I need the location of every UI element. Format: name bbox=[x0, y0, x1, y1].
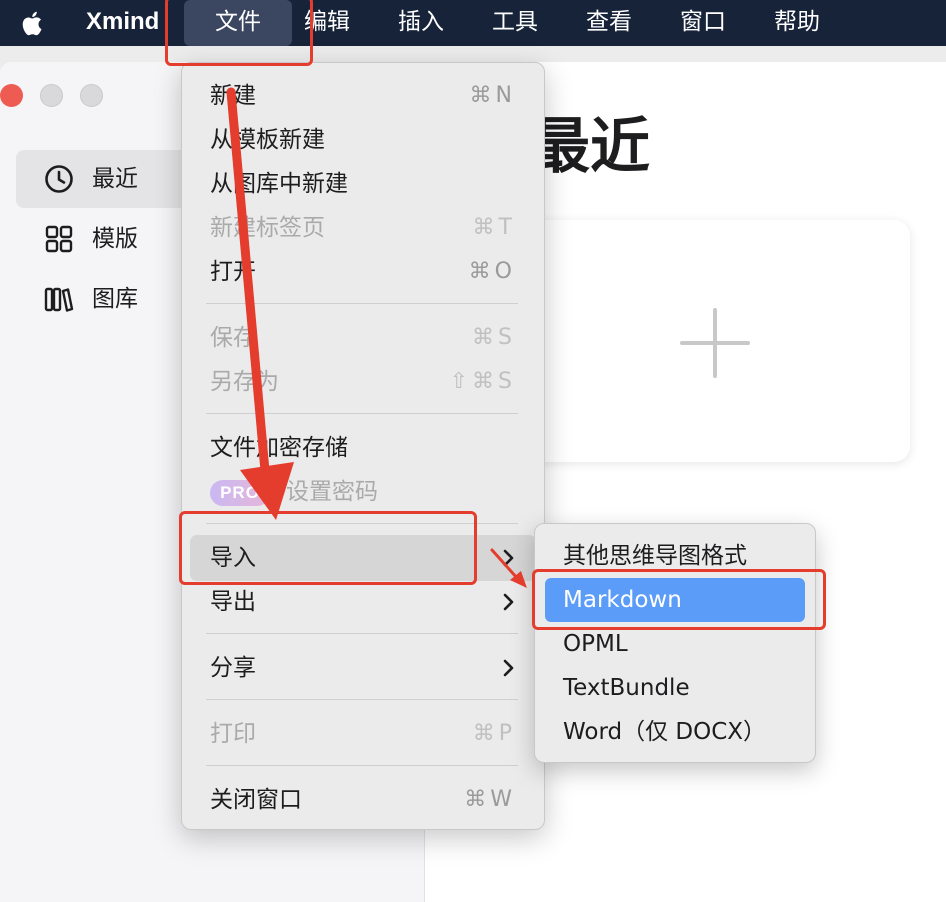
import-submenu: 其他思维导图格式 Markdown OPML TextBundle Word（仅… bbox=[534, 523, 816, 763]
menu-item-label: 另存为 bbox=[210, 369, 279, 395]
menu-item-new-tab: 新建标签页 ⌘T bbox=[182, 208, 544, 248]
menu-item-save-as: 另存为 ⇧⌘S bbox=[182, 362, 544, 402]
menu-view[interactable]: 查看 bbox=[586, 0, 632, 46]
books-icon bbox=[44, 284, 74, 314]
menu-item-label: OPML bbox=[563, 631, 628, 657]
menu-item-new-from-template[interactable]: 从模板新建 bbox=[182, 120, 544, 160]
window-minimize-button[interactable] bbox=[40, 84, 63, 107]
menu-item-label: 设置密码 bbox=[286, 479, 378, 505]
menu-item-shortcut: ⌘O bbox=[468, 259, 516, 284]
annotation-box-file-menu bbox=[165, 0, 313, 66]
sidebar-item-label: 图库 bbox=[92, 286, 138, 312]
chevron-right-icon bbox=[502, 582, 516, 636]
submenu-item-opml[interactable]: OPML bbox=[535, 624, 815, 664]
menu-item-label: 从图库中新建 bbox=[210, 171, 348, 197]
app-name-menu[interactable]: Xmind bbox=[86, 0, 159, 46]
menu-item-label: 打印 bbox=[210, 721, 256, 747]
menu-tools[interactable]: 工具 bbox=[492, 0, 538, 46]
menu-item-shortcut: ⌘T bbox=[472, 215, 516, 240]
menu-item-label: 导出 bbox=[210, 589, 256, 615]
menu-item-label: 从模板新建 bbox=[210, 127, 325, 153]
file-menu: 新建 ⌘N 从模板新建 从图库中新建 新建标签页 ⌘T 打开 ⌘O 保存 ⌘S … bbox=[181, 62, 545, 830]
menu-item-shortcut: ⌘N bbox=[469, 83, 516, 108]
menu-item-export[interactable]: 导出 bbox=[182, 582, 544, 622]
new-file-card[interactable] bbox=[490, 220, 910, 462]
menu-item-new[interactable]: 新建 ⌘N bbox=[182, 76, 544, 116]
menu-item-open[interactable]: 打开 ⌘O bbox=[182, 252, 544, 292]
menu-separator bbox=[206, 413, 518, 414]
annotation-box-import bbox=[179, 511, 477, 585]
menu-item-label: 关闭窗口 bbox=[210, 787, 302, 813]
menu-item-label: 保存 bbox=[210, 325, 256, 351]
apple-icon[interactable] bbox=[18, 8, 48, 44]
submenu-item-textbundle[interactable]: TextBundle bbox=[535, 668, 815, 708]
menu-item-label: TextBundle bbox=[563, 675, 690, 701]
menu-item-shortcut: ⌘W bbox=[464, 787, 516, 812]
window-zoom-button[interactable] bbox=[80, 84, 103, 107]
menu-separator bbox=[206, 633, 518, 634]
pro-badge: PRO bbox=[210, 480, 270, 506]
menu-item-label: 分享 bbox=[210, 655, 256, 681]
menu-item-set-password: PRO 设置密码 bbox=[182, 472, 544, 512]
menu-bar: Xmind 文件 编辑 插入 工具 查看 窗口 帮助 bbox=[0, 0, 946, 46]
menu-insert[interactable]: 插入 bbox=[398, 0, 444, 46]
menu-item-label: 文件加密存储 bbox=[210, 435, 348, 461]
grid-icon bbox=[44, 224, 74, 254]
menu-window[interactable]: 窗口 bbox=[680, 0, 726, 46]
menu-item-share[interactable]: 分享 bbox=[182, 648, 544, 688]
clock-icon bbox=[44, 164, 74, 194]
menu-item-shortcut: ⌘P bbox=[472, 721, 516, 746]
menu-item-save: 保存 ⌘S bbox=[182, 318, 544, 358]
menu-item-new-from-library[interactable]: 从图库中新建 bbox=[182, 164, 544, 204]
menu-help[interactable]: 帮助 bbox=[774, 0, 820, 46]
submenu-item-word-docx[interactable]: Word（仅 DOCX） bbox=[535, 712, 815, 752]
window-close-button[interactable] bbox=[0, 84, 23, 107]
menu-item-label: 新建 bbox=[210, 83, 256, 109]
page-title: 最近 bbox=[530, 112, 650, 182]
menu-item-label: Word（仅 DOCX） bbox=[563, 719, 767, 745]
menu-item-label: 打开 bbox=[210, 259, 256, 285]
menu-separator bbox=[206, 699, 518, 700]
sidebar-item-label: 最近 bbox=[92, 166, 138, 192]
menu-item-shortcut: ⌘S bbox=[472, 325, 516, 350]
menu-item-encrypted-save[interactable]: 文件加密存储 bbox=[182, 428, 544, 468]
sidebar-item-label: 模版 bbox=[92, 226, 138, 252]
menu-separator bbox=[206, 765, 518, 766]
annotation-box-markdown bbox=[532, 569, 826, 630]
menu-item-shortcut: ⇧⌘S bbox=[449, 369, 516, 394]
menu-item-print: 打印 ⌘P bbox=[182, 714, 544, 754]
plus-icon bbox=[680, 308, 750, 378]
menu-separator bbox=[206, 303, 518, 304]
menu-item-close-window[interactable]: 关闭窗口 ⌘W bbox=[182, 780, 544, 820]
menu-item-label: 新建标签页 bbox=[210, 215, 325, 241]
chevron-right-icon bbox=[502, 648, 516, 702]
